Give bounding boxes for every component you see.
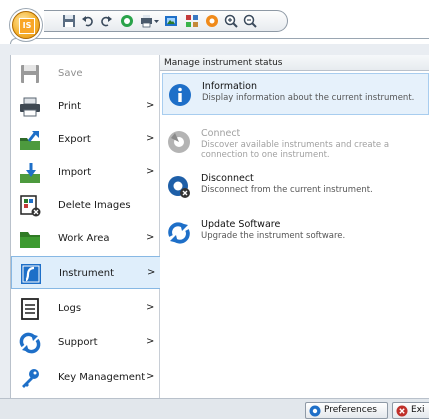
option-title: Update Software [201, 219, 281, 230]
info-icon [168, 83, 192, 107]
print-dropdown-icon [141, 15, 159, 28]
submenu-arrow-icon: > [146, 166, 155, 177]
instrument-icon [20, 263, 42, 285]
menu-item-label: Print [58, 101, 82, 112]
qat-print-dropdown-button[interactable] [140, 14, 160, 28]
option-disconnect[interactable]: Disconnect Disconnect from the current i… [162, 166, 429, 208]
option-description: Display information about the current in… [202, 93, 415, 103]
submenu-header: Manage instrument status [160, 55, 429, 71]
save-icon [19, 63, 41, 85]
menu-frame-border [10, 38, 429, 44]
delete-images-icon [19, 195, 41, 217]
menu-item-logs[interactable]: Logs > [11, 292, 161, 325]
exit-label: Exi [411, 405, 425, 415]
menu-item-print[interactable]: Print > [11, 90, 161, 123]
export-icon [19, 129, 41, 151]
menu-item-label: Logs [58, 303, 82, 314]
support-icon [19, 332, 41, 354]
menu-item-export[interactable]: Export > [11, 123, 161, 156]
submenu-arrow-icon: > [146, 100, 155, 111]
application-menu: Save Print > Export > Import > Delete Im… [10, 55, 161, 398]
qat-image-button[interactable] [164, 14, 178, 28]
submenu-arrow-icon: > [147, 267, 156, 278]
exit-icon [396, 405, 408, 417]
exit-button[interactable]: Exi [392, 402, 429, 419]
menu-item-label: Export [58, 134, 91, 145]
option-description: Upgrade the instrument software. [201, 231, 346, 241]
menu-footer: Preferences Exi [0, 398, 429, 419]
qat-grid-button[interactable] [185, 14, 199, 28]
option-title: Connect [201, 128, 241, 139]
option-information[interactable]: Information Display information about th… [162, 73, 429, 115]
image-icon [165, 16, 177, 26]
submenu-arrow-icon: > [146, 336, 155, 347]
folder-icon [19, 228, 41, 250]
option-title: Information [202, 81, 257, 92]
preferences-label: Preferences [324, 405, 377, 415]
menu-item-label: Import [58, 167, 92, 178]
circle-icon [206, 15, 218, 27]
import-icon [19, 162, 41, 184]
menu-item-delete-images[interactable]: Delete Images [11, 189, 161, 222]
qat-circle-button[interactable] [205, 14, 219, 28]
qat-stop-button[interactable] [120, 14, 134, 28]
menu-item-label: Key Management [58, 372, 146, 383]
menu-item-support[interactable]: Support > [11, 326, 161, 359]
zoom-out-icon [243, 14, 257, 28]
menu-item-label: Support [58, 337, 98, 348]
grid-icon [186, 15, 198, 27]
menu-item-label: Save [58, 68, 83, 79]
preferences-icon [309, 405, 321, 417]
stop-icon [121, 15, 133, 27]
submenu-header-label: Manage instrument status [164, 58, 283, 68]
qat-save-button[interactable] [62, 14, 76, 28]
qat-zoom-out-button[interactable] [243, 14, 257, 28]
menu-item-label: Delete Images [58, 200, 131, 211]
quick-access-toolbar [44, 10, 288, 32]
submenu-arrow-icon: > [146, 302, 155, 313]
printer-icon [19, 96, 41, 118]
save-icon [63, 15, 75, 27]
qat-zoom-in-button[interactable] [224, 14, 238, 28]
log-icon [19, 298, 41, 320]
submenu-arrow-icon: > [146, 232, 155, 243]
menu-item-save[interactable]: Save [11, 57, 161, 90]
submenu-panel: Manage instrument status Information Dis… [160, 55, 429, 398]
menu-item-instrument[interactable]: Instrument > [11, 256, 161, 289]
submenu-arrow-icon: > [146, 371, 155, 382]
connect-icon [167, 130, 191, 154]
option-description: Discover available instruments and creat… [201, 140, 390, 160]
submenu-arrow-icon: > [146, 133, 155, 144]
menu-item-label: Work Area [58, 233, 110, 244]
redo-icon [101, 16, 112, 27]
option-title: Disconnect [201, 173, 254, 184]
menu-item-label: Instrument [59, 268, 115, 279]
option-connect[interactable]: Connect Discover available instruments a… [162, 121, 429, 163]
menu-item-import[interactable]: Import > [11, 156, 161, 189]
zoom-in-icon [224, 14, 238, 28]
app-logo-icon: IS [19, 18, 35, 34]
qat-undo-button[interactable] [81, 14, 95, 28]
menu-item-key-management[interactable]: Key Management > [11, 361, 161, 394]
qat-redo-button[interactable] [99, 14, 113, 28]
title-bar: IS [0, 0, 429, 44]
disconnect-icon [167, 175, 191, 199]
key-icon [19, 367, 41, 389]
undo-icon [82, 16, 93, 27]
menu-item-work-area[interactable]: Work Area > [11, 222, 161, 255]
update-icon [167, 221, 191, 245]
option-update-software[interactable]: Update Software Upgrade the instrument s… [162, 212, 429, 254]
preferences-button[interactable]: Preferences [305, 402, 388, 419]
application-menu-button[interactable]: IS [12, 11, 40, 39]
option-description: Disconnect from the current instrument. [201, 185, 373, 195]
